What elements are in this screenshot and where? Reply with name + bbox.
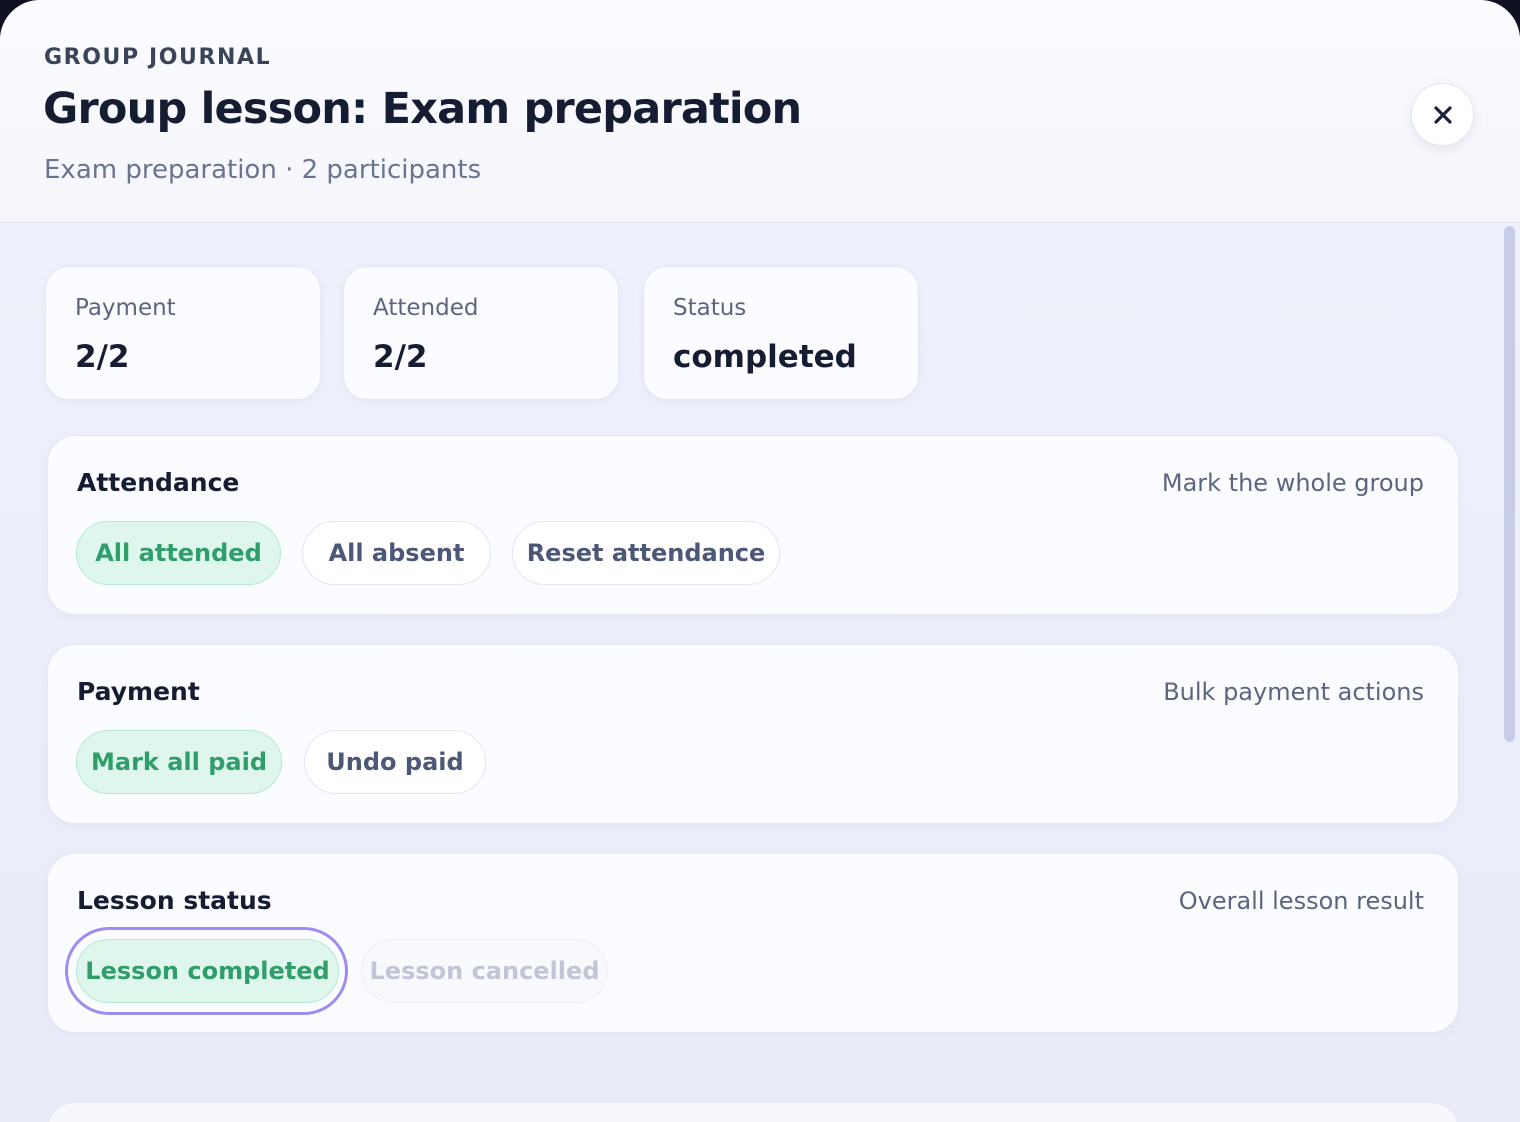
stat-label: Status [673,295,747,321]
stat-label: Payment [75,295,176,321]
section-title: Payment [77,677,200,706]
section-hint: Mark the whole group [1161,469,1424,497]
lesson-cancelled-button[interactable]: Lesson cancelled [361,939,608,1003]
group-journal-modal: GROUP JOURNAL Group lesson: Exam prepara… [0,0,1520,1122]
stat-card-attended: Attended 2/2 [343,266,619,400]
stat-label: Attended [373,295,479,321]
close-icon [1432,104,1454,126]
stat-value: 2/2 [75,339,130,375]
lesson-completed-button[interactable]: Lesson completed [76,939,339,1003]
undo-paid-button[interactable]: Undo paid [304,730,486,794]
section-title: Lesson status [77,886,272,915]
stat-value: completed [673,339,857,375]
section-hint: Bulk payment actions [1163,678,1424,706]
all-absent-button[interactable]: All absent [302,521,491,585]
stat-card-payment: Payment 2/2 [45,266,321,400]
modal-header: GROUP JOURNAL Group lesson: Exam prepara… [0,0,1520,223]
reset-attendance-button[interactable]: Reset attendance [512,521,780,585]
stat-value: 2/2 [373,339,428,375]
scrollbar-thumb[interactable] [1504,226,1515,742]
mark-all-paid-button[interactable]: Mark all paid [76,730,282,794]
attendance-section: Attendance Mark the whole group All atte… [47,435,1459,615]
page-title: Group lesson: Exam preparation [43,84,802,134]
close-button[interactable] [1411,83,1474,146]
section-title: Attendance [77,468,240,497]
modal-eyebrow: GROUP JOURNAL [44,45,272,70]
stat-card-status: Status completed [643,266,919,400]
next-section-card [47,1102,1459,1122]
all-attended-button[interactable]: All attended [76,521,281,585]
section-hint: Overall lesson result [1178,887,1424,915]
lesson-status-section: Lesson status Overall lesson result Less… [47,853,1459,1033]
payment-section: Payment Bulk payment actions Mark all pa… [47,644,1459,824]
page-subtitle: Exam preparation · 2 participants [44,155,482,185]
